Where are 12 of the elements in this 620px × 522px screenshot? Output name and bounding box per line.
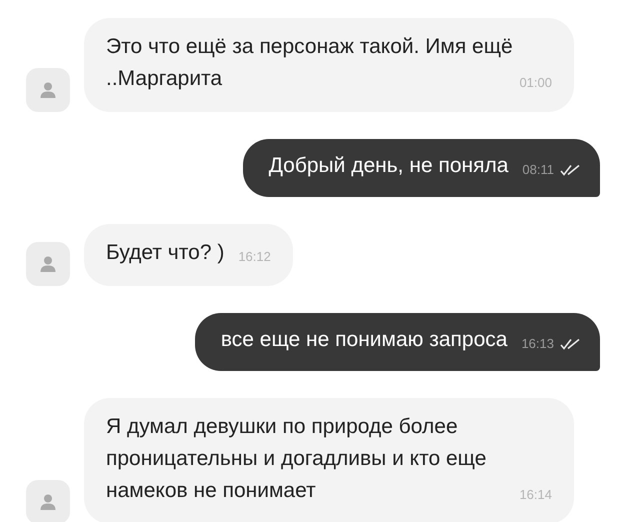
message-time: 16:13: [521, 335, 554, 353]
message-time: 08:11: [522, 161, 554, 179]
message-text: все еще не понимаю запроса: [220, 328, 508, 351]
message-time: 01:00: [519, 74, 552, 92]
avatar-icon[interactable]: [26, 242, 70, 286]
message-time: 16:12: [238, 248, 271, 266]
message-time: 16:14: [519, 486, 552, 504]
message-text: Я думал девушки по природе более проницательны и догадливы и кто еще намеков не понимает: [106, 415, 488, 502]
message-text: Будет что? ): [106, 241, 224, 264]
avatar-icon[interactable]: [26, 68, 70, 112]
avatar-icon[interactable]: [26, 480, 70, 522]
message-text: Добрый день, не поняла: [268, 154, 508, 177]
